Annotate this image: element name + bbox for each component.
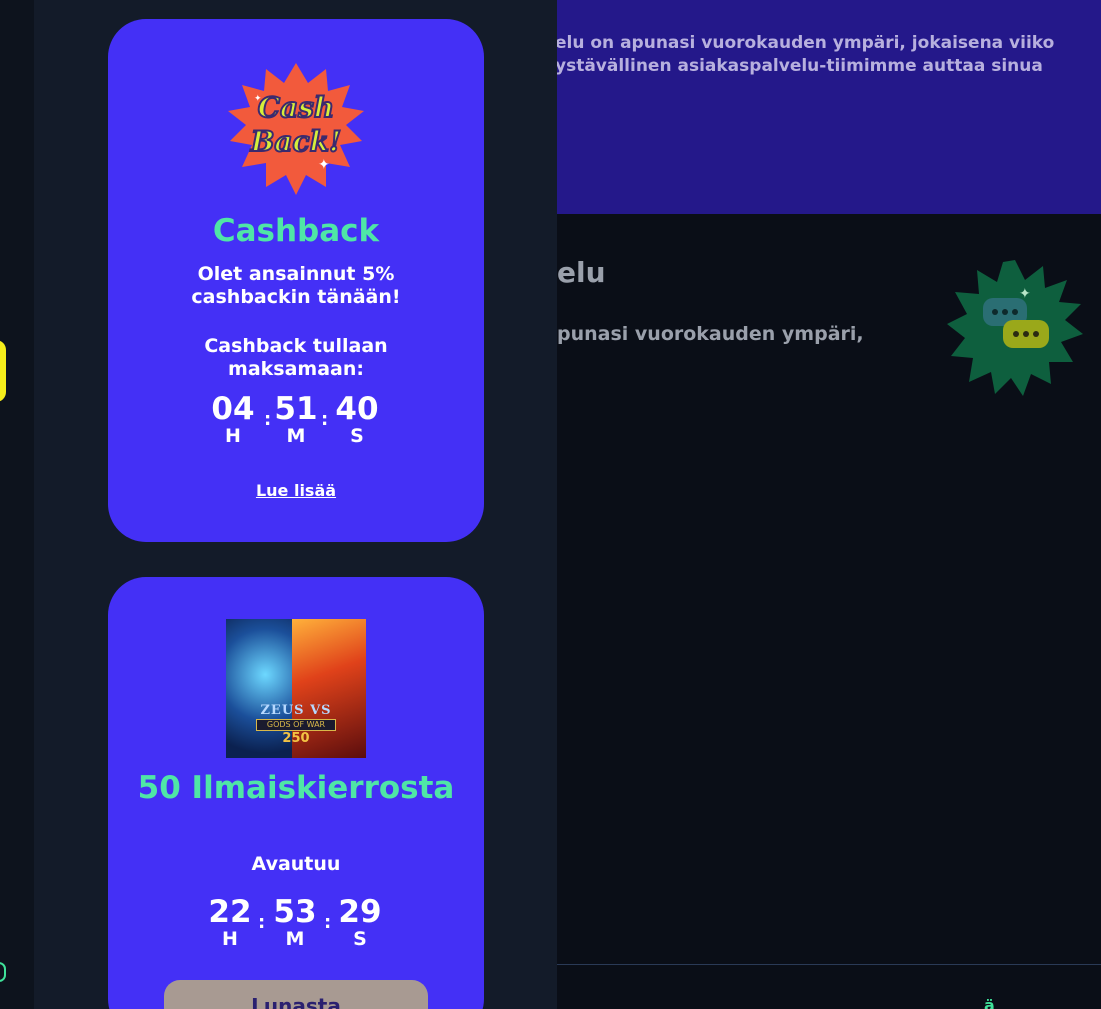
free-spins-title: 50 Ilmaiskierrosta [137,770,455,806]
footer-divider [557,964,1101,965]
countdown-hours: 22 H [208,894,252,950]
read-more-link[interactable]: Lue lisää [108,481,484,500]
free-spins-countdown: 22 H : 53 M : 29 S [108,894,484,954]
game-logo-number: 250 [282,731,310,746]
claim-button[interactable]: Lunasta [164,980,428,1009]
banner-text: elu on apunasi vuorokauden ympäri, jokai… [557,33,1055,76]
svg-text:✦: ✦ [1019,286,1031,302]
section-text: punasi vuorokauden ympäri, [557,323,864,345]
free-spins-card: ZEUS VS HADES GODS OF WAR 250 50 Ilmaisk… [108,577,484,1009]
countdown-hours: 04 H [211,391,255,447]
cashback-title: Cashback [212,213,380,249]
game-logo-subtitle: GODS OF WAR [256,719,336,731]
game-thumbnail[interactable]: ZEUS VS HADES GODS OF WAR 250 [226,619,366,758]
countdown-seconds: 40 S [335,391,379,447]
cashback-countdown: 04 H : 51 M : 40 S [108,391,484,451]
svg-text:Cash: Cash [258,91,335,124]
countdown-minutes: 53 M [273,894,317,950]
svg-text:✦: ✦ [318,157,330,173]
svg-text:✦: ✦ [254,94,262,104]
countdown-minutes: 51 M [274,391,318,447]
left-sidebar [0,0,34,1009]
free-spins-opens-text: Avautuu [251,853,341,875]
chat-bubbles-icon: ✦ [947,260,1083,396]
section-title: elu [557,256,606,289]
support-banner: elu on apunasi vuorokauden ympäri, jokai… [557,0,1101,214]
svg-text:Back!: Back! [250,125,342,158]
cashback-earned-text: Olet ansainnut 5% cashbackin tänään! [191,263,401,308]
cashback-payout-text: Cashback tullaan maksamaan: [204,335,388,380]
countdown-seconds: 29 S [338,894,382,950]
footer-partial-text: ä [984,996,995,1009]
cashback-card: Cash Back! ✦ ✦ Cashback Olet ansainnut 5… [108,19,484,542]
sidebar-active-tab[interactable] [0,340,6,402]
cashback-logo-icon: Cash Back! ✦ ✦ [228,63,364,195]
